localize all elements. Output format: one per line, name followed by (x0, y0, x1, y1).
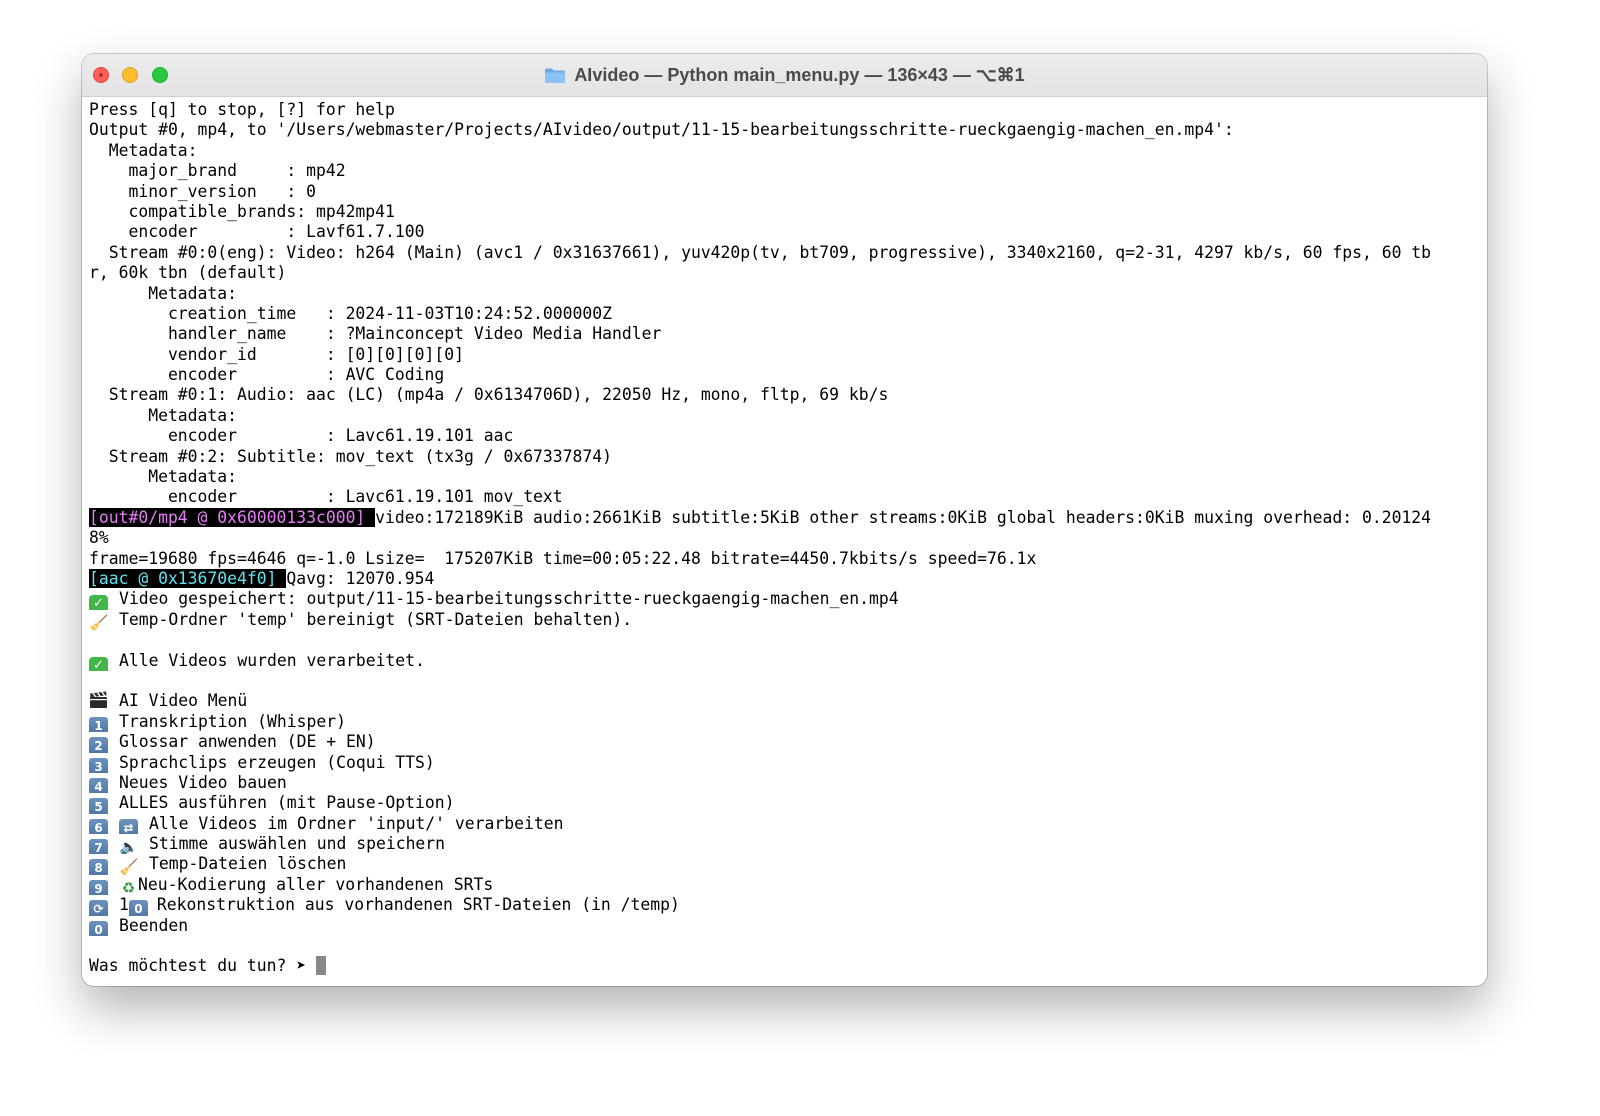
keycap-3-icon: 3 (89, 757, 108, 773)
keycap-5-icon: 5 (89, 798, 108, 814)
output-line: Metadata: (89, 283, 238, 303)
text-cursor[interactable] (315, 956, 326, 976)
menu-item-6[interactable]: 6 ⇄ Alle Videos im Ordner 'input/' verarbe… (89, 813, 1484, 835)
output-line: minor_version : 0 (89, 181, 316, 201)
broom-icon: 🧹 (89, 613, 109, 631)
output-line: compatible_brands: mp42mp41 (89, 201, 395, 221)
output-line-muxer: [out#0/mp4 @ 0x60000133c000] video:17218… (89, 507, 1484, 528)
output-line: handler_name : ?Mainconcept Video Media … (89, 324, 662, 344)
menu-item-label: Glossar anwenden (DE + EN) (119, 732, 376, 752)
recycle-icon: ♻ (121, 878, 136, 896)
window-title: AIvideo — Python main_menu.py — 136×43 —… (574, 64, 1025, 85)
terminal-window: AIvideo — Python main_menu.py — 136×43 —… (82, 54, 1487, 986)
menu-item-10[interactable]: ⟳ 1 0 Rekonstruktion aus vorhandenen SRT-Da… (89, 895, 1484, 916)
output-line: Press [q] to stop, [?] for help (89, 100, 395, 119)
output-line: Metadata: (89, 405, 238, 425)
repeat-icon: ⇄ (119, 818, 138, 835)
menu-title-line: AI Video Menü (89, 691, 1484, 711)
clapperboard-icon (89, 691, 108, 709)
menu-item-5[interactable]: 5 ALLES ausführen (mit Pause-Option) (89, 793, 1484, 814)
title-bar: AIvideo — Python main_menu.py — 136×43 —… (82, 54, 1487, 97)
menu-item-label: Temp-Dateien löschen (149, 854, 347, 874)
keycap-4-icon: 4 (89, 777, 108, 794)
output-line-cleanup: 🧹 Temp-Ordner 'temp' bereinigt (SRT-Datei… (89, 610, 1484, 630)
cleanup-message: Temp-Ordner 'temp' bereinigt (SRT-Dateie… (119, 609, 633, 629)
muxer-stats: video:172189KiB audio:2661KiB subtitle:5… (375, 507, 1432, 527)
menu-item-label: Sprachclips erzeugen (Coqui TTS) (119, 752, 435, 772)
menu-item-3[interactable]: 3 Sprachclips erzeugen (Coqui TTS) (89, 753, 1484, 773)
output-line: Stream #0:2: Subtitle: mov_text (tx3g / … (89, 446, 613, 466)
prompt-text: Was möchtest du tun? ➤ (89, 956, 316, 976)
output-line-progress: frame=19680 fps=4646 q=-1.0 Lsize= 17520… (89, 548, 1037, 568)
output-line: r, 60k tbn (default) (89, 263, 287, 283)
keycap-2-icon: 2 (89, 737, 108, 753)
prompt-line[interactable]: Was möchtest du tun? ➤ (89, 956, 1484, 976)
menu-item-8[interactable]: 8 🧹 Temp-Dateien löschen (89, 854, 1484, 875)
menu-item-label: Alle Videos im Ordner 'input/' verarbeit… (149, 813, 564, 833)
folder-icon (544, 67, 566, 84)
check-mark-icon: ✓ (89, 595, 108, 610)
menu-item-1[interactable]: 1 Transkription (Whisper) (89, 711, 1484, 733)
check-mark-icon: ✓ (89, 656, 108, 671)
output-line: vendor_id : [0][0][0][0] (89, 344, 464, 364)
keycap-7-icon: 7 (89, 839, 108, 855)
speaker-icon: 🔈 (119, 838, 139, 855)
menu-item-7[interactable]: 7 🔈 Stimme auswählen und speichern (89, 834, 1484, 855)
output-line: Metadata: (89, 467, 238, 487)
output-line: Stream #0:1: Audio: aac (LC) (mp4a / 0x6… (89, 385, 889, 405)
menu-item-0[interactable]: 0 Beenden (89, 915, 1484, 937)
done-message: Alle Videos wurden verarbeitet. (119, 650, 425, 670)
output-line: Output #0, mp4, to '/Users/webmaster/Pro… (89, 120, 1234, 140)
terminal-output[interactable]: Press [q] to stop, [?] for help Output #… (89, 100, 1484, 980)
output-line: 8% (89, 528, 109, 548)
output-line: encoder : Lavc61.19.101 mov_text (89, 487, 563, 507)
refresh-icon: ⟳ (89, 900, 108, 916)
keycap-1-icon: 1 (89, 716, 108, 733)
saved-message: Video gespeichert: output/11-15-bearbeit… (119, 589, 899, 609)
menu-item-4[interactable]: 4 Neues Video bauen (89, 772, 1484, 794)
menu-item-2[interactable]: 2 Glossar anwenden (DE + EN) (89, 732, 1484, 753)
output-line: Stream #0:0(eng): Video: h264 (Main) (av… (89, 242, 1432, 262)
menu-item-label: Neues Video bauen (119, 772, 287, 792)
output-line: encoder : Lavc61.19.101 aac (89, 426, 514, 446)
keycap-8-icon: 8 (89, 859, 108, 875)
title-wrap: AIvideo — Python main_menu.py — 136×43 —… (82, 54, 1487, 96)
output-line: encoder : Lavf61.7.100 (89, 222, 425, 242)
broom-icon: 🧹 (119, 858, 139, 875)
menu-item-prefix: 1 (119, 895, 129, 915)
output-line-done: ✓ Alle Videos wurden verarbeitet. (89, 651, 1484, 671)
ffmpeg-muxer-tag: [out#0/mp4 @ 0x60000133c000] (89, 507, 376, 527)
output-line: creation_time : 2024-11-03T10:24:52.0000… (89, 303, 613, 323)
output-line: major_brand : mp42 (89, 161, 346, 181)
menu-item-label: Stimme auswählen und speichern (149, 834, 446, 854)
keycap-9-icon: 9 (89, 879, 108, 896)
menu-title: AI Video Menü (119, 691, 248, 711)
output-line: encoder : AVC Coding (89, 365, 445, 385)
keycap-0-icon: 0 (128, 900, 148, 916)
menu-item-label: Transkription (Whisper) (119, 711, 346, 731)
keycap-0-icon: 0 (89, 920, 108, 937)
keycap-6-icon: 6 (89, 818, 108, 835)
output-line: Metadata: (89, 140, 198, 160)
menu-item-9[interactable]: 9 ♻ Neu-Kodierung aller vorhandenen SRTs (89, 874, 1484, 896)
output-line-saved: ✓ Video gespeichert: output/11-15-bearbei… (89, 589, 1484, 610)
menu-item-label: Beenden (119, 915, 189, 935)
ffmpeg-aac-tag: [aac @ 0x13670e4f0] (89, 568, 287, 588)
output-line-aac: [aac @ 0x13670e4f0] Qavg: 12070.954 (89, 568, 1484, 589)
menu-item-label: Neu-Kodierung aller vorhandenen SRTs (138, 874, 494, 894)
menu-item-label: ALLES ausführen (mit Pause-Option) (119, 793, 455, 813)
menu-item-label: Rekonstruktion aus vorhandenen SRT-Datei… (156, 895, 680, 915)
aac-stats: Qavg: 12070.954 (286, 568, 435, 588)
